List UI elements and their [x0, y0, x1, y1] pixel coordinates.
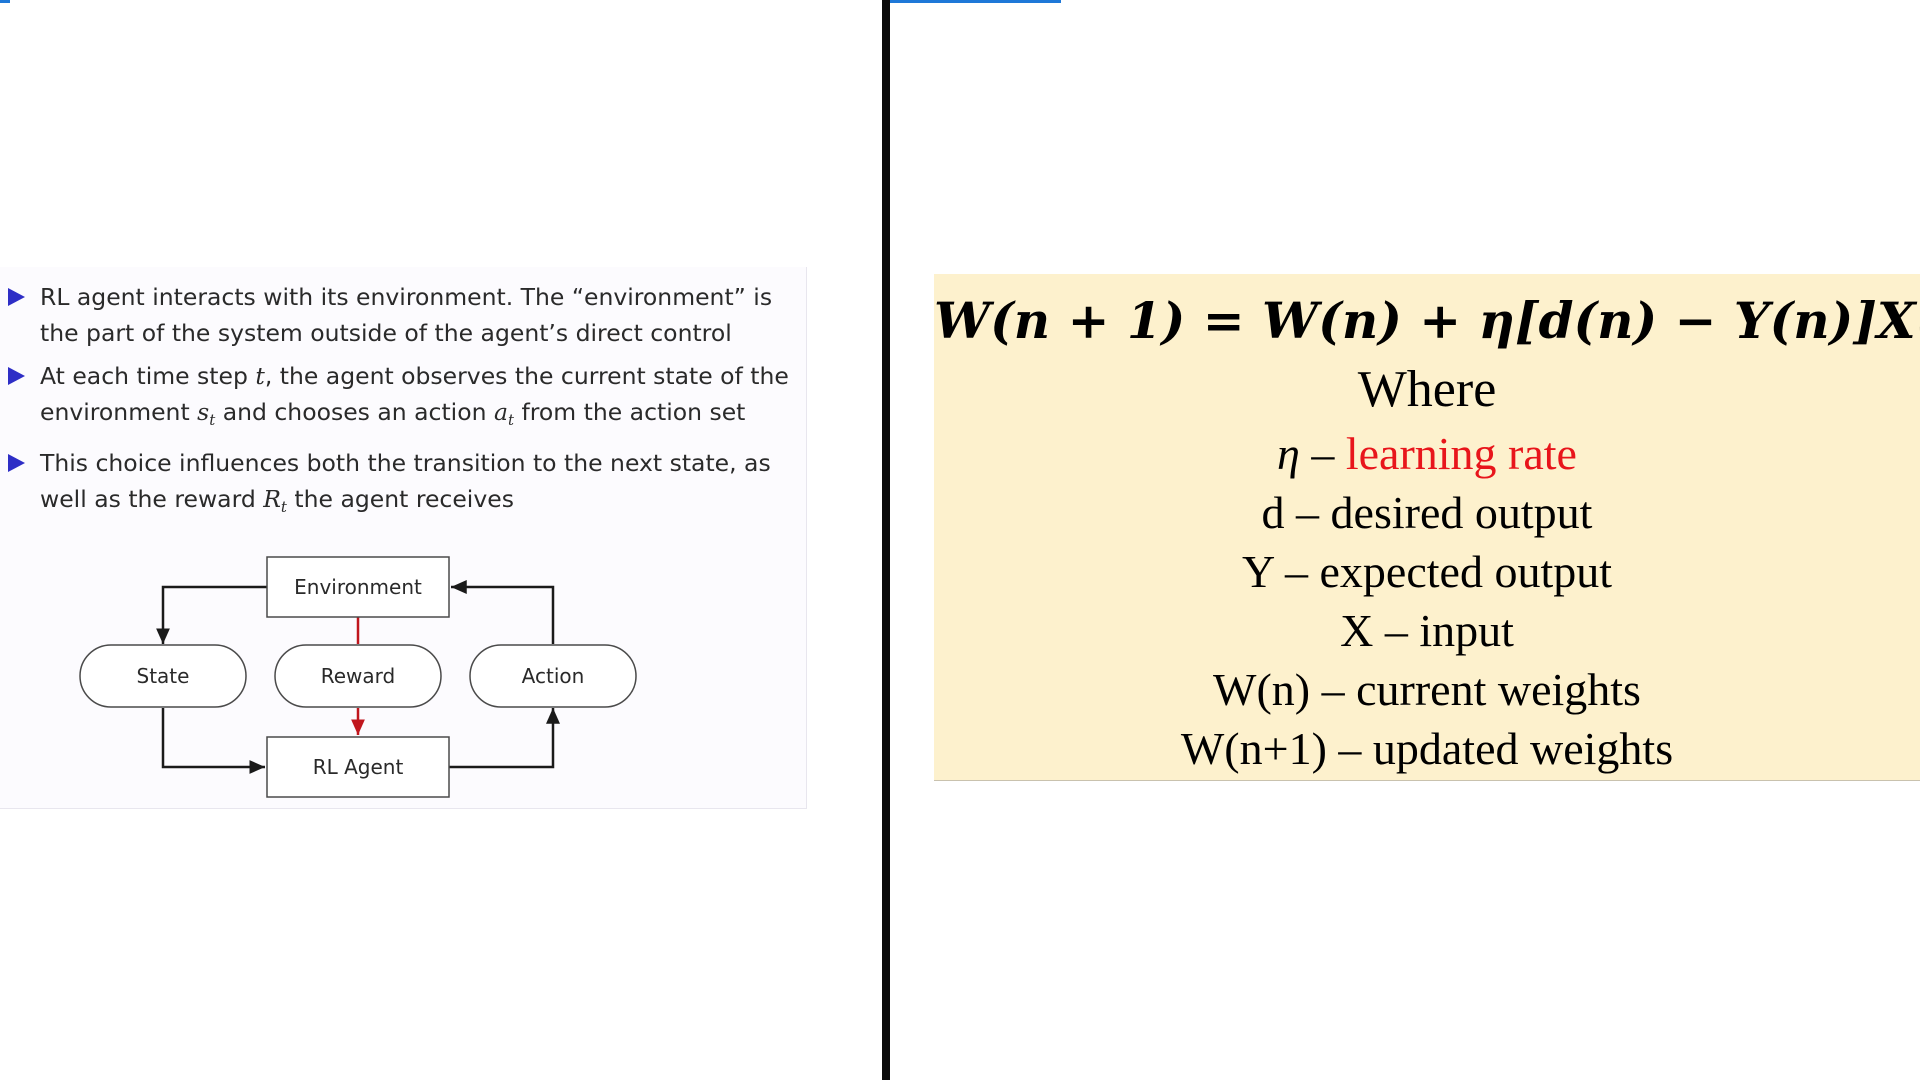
legend-row: X – input [1340, 605, 1514, 656]
environment-label: Environment [294, 575, 422, 599]
action-to-environment-arrow [451, 580, 555, 644]
legend-row: W(n) – current weights [1213, 664, 1641, 715]
weight-update-equation: W(n + 1) = W(n) + η[d(n) − Y(n)]X(n) [934, 291, 1920, 350]
right-pane: W(n + 1) = W(n) + η[d(n) − Y(n)]X(n) Whe… [890, 0, 1920, 1080]
perceptron-formula-box: W(n + 1) = W(n) + η[d(n) − Y(n)]X(n) Whe… [934, 274, 1920, 781]
where-heading: Where [1357, 361, 1497, 418]
rl-agent-label: RL Agent [313, 755, 404, 779]
legend-row: d – desired output [1261, 487, 1593, 538]
accent-line-right [890, 0, 1061, 3]
eta-symbol: η [1277, 428, 1300, 479]
split-divider[interactable] [882, 0, 890, 1080]
agent-to-action-arrow [449, 708, 560, 769]
state-to-agent-arrow [161, 708, 265, 774]
left-pane: RL agent interacts with its environment.… [0, 0, 882, 1080]
action-label: Action [522, 664, 585, 688]
formula-legend: Where η – learning rate d – desired outp… [934, 356, 1920, 778]
legend-dash: – [1299, 428, 1346, 479]
rl-loop-diagram: Environment State Reward Action RL Agent [79, 556, 637, 798]
rl-slide: RL agent interacts with its environment.… [0, 267, 807, 809]
legend-row: W(n+1) – updated weights [1180, 723, 1674, 774]
learning-rate-text: learning rate [1345, 428, 1577, 479]
accent-line-left [0, 0, 10, 3]
environment-to-state-arrow [156, 585, 267, 644]
reward-label: Reward [321, 664, 395, 688]
legend-row-eta: η – learning rate [934, 424, 1920, 483]
state-label: State [137, 664, 190, 688]
legend-row: Y – expected output [1241, 546, 1613, 597]
